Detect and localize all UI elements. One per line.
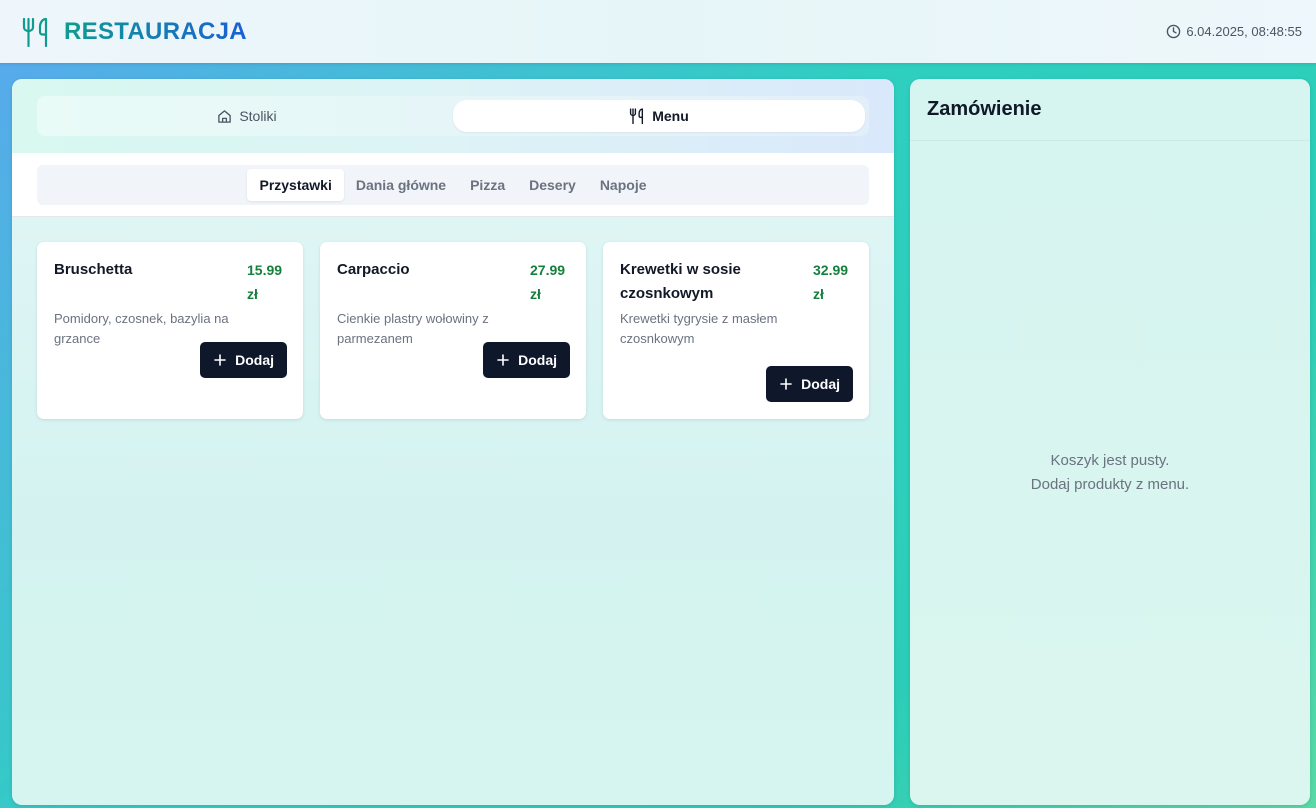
category-tab-dania-glowne[interactable]: Dania główne [344,169,458,201]
category-tab-pizza[interactable]: Pizza [458,169,517,201]
app-header: RESTAURACJA 6.04.2025, 08:48:55 [0,0,1316,63]
category-tabs-container: Przystawki Dania główne Pizza Desery Nap… [12,153,894,217]
category-tab-napoje[interactable]: Napoje [588,169,659,201]
utensils-icon [629,108,645,124]
menu-item-card: Carpaccio 27.99 zł Cienkie plastry wołow… [320,242,586,419]
menu-item-name: Carpaccio [337,261,410,278]
add-button-label: Dodaj [235,352,274,368]
datetime-text: 6.04.2025, 08:48:55 [1186,24,1302,39]
tab-menu[interactable]: Menu [453,100,865,132]
plus-icon [780,378,792,390]
add-button[interactable]: Dodaj [766,366,853,402]
menu-panel: Stoliki Menu Przystawki Dania główne Piz… [12,79,894,805]
menu-item-name: Bruschetta [54,261,133,278]
menu-item-price: 15.99 zł [247,262,283,302]
menu-item-price: 32.99 zł [813,262,849,302]
brand: RESTAURACJA [22,17,247,47]
menu-item-name: Krewetki w sosie czosnkowym [620,261,741,302]
category-tab-desery[interactable]: Desery [517,169,588,201]
menu-item-card: Krewetki w sosie czosnkowym 32.99 zł Kre… [603,242,869,419]
category-tab-przystawki[interactable]: Przystawki [247,169,344,201]
utensils-icon [22,17,50,47]
add-button-label: Dodaj [801,376,840,392]
add-button[interactable]: Dodaj [200,342,287,378]
empty-cart-line-2: Dodaj produkty z menu. [1030,476,1190,493]
order-panel: Zamówienie Koszyk jest pusty. Dodaj prod… [910,79,1310,805]
order-header: Zamówienie [910,79,1310,141]
tab-menu-label: Menu [652,108,689,124]
empty-cart-message: Koszyk jest pusty. Dodaj produkty z menu… [910,449,1310,497]
datetime-display: 6.04.2025, 08:48:55 [1166,24,1302,39]
category-tabs: Przystawki Dania główne Pizza Desery Nap… [37,165,869,205]
add-button-label: Dodaj [518,352,557,368]
menu-item-price: 27.99 zł [530,262,566,302]
tab-stoliki-label: Stoliki [239,108,277,124]
plus-icon [497,354,509,366]
add-button[interactable]: Dodaj [483,342,570,378]
menu-item-description: Krewetki tygrysie z masłem czosnkowym [620,311,778,346]
plus-icon [214,354,226,366]
home-icon [217,109,232,124]
menu-item-list: Bruschetta 15.99 zł Pomidory, czosnek, b… [37,242,869,419]
view-tabs: Stoliki Menu [37,96,869,136]
menu-item-card: Bruschetta 15.99 zł Pomidory, czosnek, b… [37,242,303,419]
tab-stoliki[interactable]: Stoliki [41,100,453,132]
empty-cart-line-1: Koszyk jest pusty. [1050,452,1170,469]
clock-icon [1166,24,1181,39]
app-title: RESTAURACJA [64,17,247,45]
order-title: Zamówienie [927,98,1042,120]
view-tabs-container: Stoliki Menu [12,79,894,153]
